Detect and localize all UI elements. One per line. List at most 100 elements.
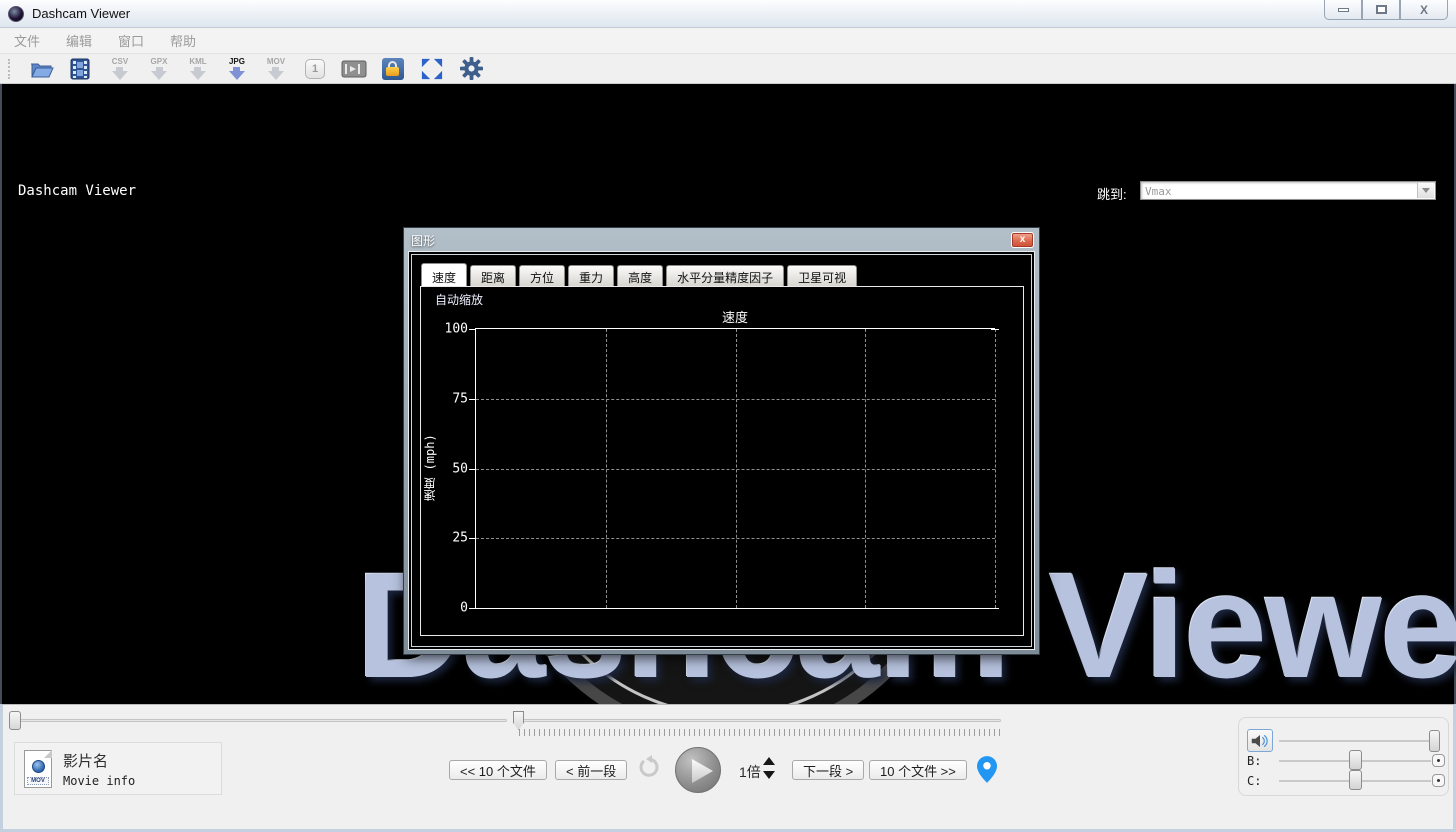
audio-panel: B: C: [1238,717,1449,796]
back-10-files-button[interactable]: << 10 个文件 [449,760,547,780]
globe-icon [32,760,45,773]
trim-movie-icon [341,60,367,78]
trim-export-button[interactable] [341,56,367,82]
graph-tabstrip: 速度 距离 方位 重力 高度 水平分量精度因子 卫星可视 [421,265,857,287]
y-tick [469,329,476,330]
volume-slider-track[interactable] [1279,740,1431,742]
movie-name: 影片名 [63,750,108,771]
b-reset-button[interactable] [1432,754,1445,767]
c-slider-handle[interactable] [1349,770,1362,790]
dialog-close-button[interactable]: x [1011,232,1034,248]
dot-icon [1437,759,1440,762]
gridline-v-3 [865,329,866,608]
segment-slider-track[interactable] [517,719,1001,722]
plot-area: 100 75 50 25 0 [475,328,995,609]
control-panel: MOV 影片名 Movie info << 10 个文件 < 前一段 1倍 下一… [0,704,1456,832]
jump-to-label: 跳到: [1097,184,1127,203]
maximize-button[interactable] [1362,0,1400,20]
autoscale-toggle[interactable]: 自动缩放 [435,291,483,308]
dot-icon [1437,779,1440,782]
film-strip-icon [69,58,93,80]
fwd-10-files-button[interactable]: 10 个文件 >> [869,760,967,780]
menu-item-edit[interactable]: 编辑 [66,31,92,50]
map-pin-button[interactable] [977,756,997,788]
y-tick-label-0: 0 [430,601,468,616]
tab-satellites[interactable]: 卫星可视 [787,265,857,286]
jpg-download-icon: JPG [229,58,245,80]
play-button[interactable] [675,747,721,793]
tab-distance[interactable]: 距离 [470,265,516,286]
lock-icon [382,58,404,80]
y-tick-label-50: 50 [430,461,468,476]
maximize-icon [1376,5,1387,14]
jump-to-dropdown-button[interactable] [1417,183,1434,198]
brightness-label: B: [1247,754,1261,768]
segment-slider-ticks [519,729,1001,736]
b-slider-handle[interactable] [1349,750,1362,770]
open-folder-button[interactable] [29,56,55,82]
segment-slider-handle[interactable] [513,711,524,730]
file-slider-handle[interactable] [9,711,21,730]
tab-bearing[interactable]: 方位 [519,265,565,286]
fullscreen-arrows-icon [421,58,443,80]
dialog-body: 速度 距离 方位 重力 高度 水平分量精度因子 卫星可视 自动缩放 速度 速度 … [408,251,1035,650]
chart-title: 速度 [722,307,748,326]
kml-export-button[interactable]: KML [185,56,211,82]
close-button[interactable]: X [1400,0,1448,20]
mov-download-icon: MOV [267,58,285,80]
loop-button[interactable] [637,755,661,784]
csv-export-button[interactable]: CSV [107,56,133,82]
dialog-title: 图形 [411,232,435,249]
menu-item-help[interactable]: 帮助 [170,31,196,50]
tab-altitude[interactable]: 高度 [617,265,663,286]
movie-files-button[interactable] [68,56,94,82]
prev-segment-button[interactable]: < 前一段 [555,760,627,780]
movie-info-text: Movie info [63,774,135,788]
minimize-button[interactable] [1324,0,1362,20]
tab-speed[interactable]: 速度 [421,263,467,286]
lock-button[interactable] [380,56,406,82]
tab-hdop[interactable]: 水平分量精度因子 [666,265,784,286]
next-segment-button[interactable]: 下一段 > [792,760,864,780]
video-watermark: Dashcam Viewer [18,183,136,199]
volume-slider-handle[interactable] [1429,730,1440,752]
play-icon [692,759,713,783]
jpg-export-button[interactable]: JPG [224,56,250,82]
volume-button[interactable] [1247,729,1273,752]
window-frame-left [0,84,2,704]
single-file-button[interactable]: 1 [302,56,328,82]
file-slider-track[interactable] [11,719,507,722]
gridline-v-2 [736,329,737,608]
y-tick-right [991,608,999,609]
window-title: Dashcam Viewer [32,6,130,21]
undo-arrow-icon [637,755,661,779]
playback-speed-value: 1倍 [739,762,761,782]
dialog-titlebar[interactable]: 图形 x [404,228,1039,251]
tab-gravity[interactable]: 重力 [568,265,614,286]
gridline-v-1 [606,329,607,608]
chevron-down-icon [1422,188,1430,193]
window-titlebar[interactable]: Dashcam Viewer X [0,0,1456,28]
mov-file-type-label: MOV [27,777,49,785]
jump-to-dropdown[interactable]: Vmax [1140,181,1436,200]
single-file-icon: 1 [305,59,325,79]
y-tick [469,608,476,609]
gpx-export-button[interactable]: GPX [146,56,172,82]
speed-down-button[interactable] [763,771,775,779]
mov-export-button[interactable]: MOV [263,56,289,82]
kml-download-icon: KML [189,58,206,80]
menu-item-file[interactable]: 文件 [14,31,40,50]
gpx-download-icon: GPX [151,58,168,80]
toolbar-grip[interactable] [8,59,12,79]
menubar: 文件 编辑 窗口 帮助 [0,28,1456,54]
y-tick-label-25: 25 [430,531,468,546]
contrast-label: C: [1247,774,1261,788]
jump-to-value: Vmax [1145,185,1172,198]
speed-up-button[interactable] [763,757,775,765]
close-icon: X [1420,3,1428,17]
menu-item-window[interactable]: 窗口 [118,31,144,50]
c-reset-button[interactable] [1432,774,1445,787]
fullscreen-button[interactable] [419,56,445,82]
settings-button[interactable] [458,56,484,82]
y-tick-label-75: 75 [430,391,468,406]
